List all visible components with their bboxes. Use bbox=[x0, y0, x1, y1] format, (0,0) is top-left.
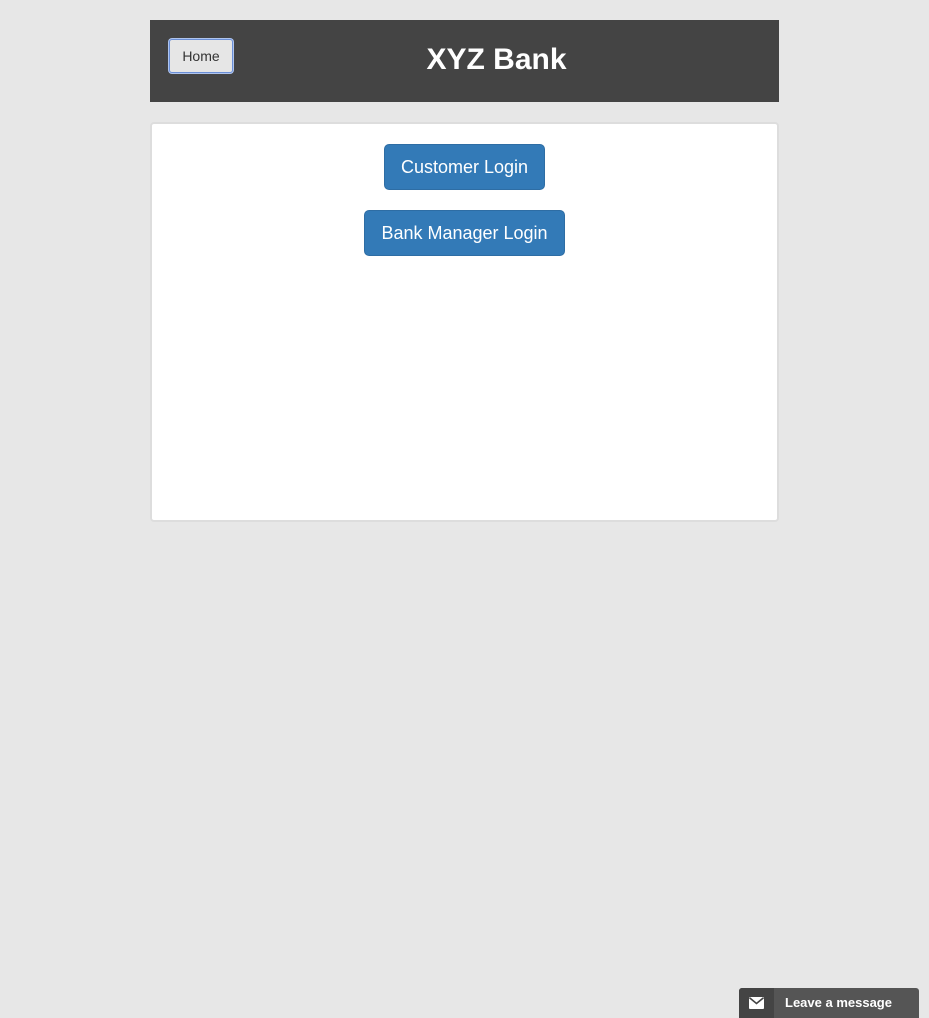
bank-manager-login-button[interactable]: Bank Manager Login bbox=[364, 210, 565, 256]
envelope-icon bbox=[739, 988, 774, 1018]
customer-login-button[interactable]: Customer Login bbox=[384, 144, 545, 190]
leave-message-label: Leave a message bbox=[785, 995, 892, 1010]
page-title: XYZ Bank bbox=[426, 43, 567, 76]
app-header: Home XYZ Bank bbox=[150, 20, 779, 102]
login-panel: Customer Login Bank Manager Login bbox=[150, 122, 779, 522]
leave-message-widget[interactable]: Leave a message bbox=[739, 988, 919, 1018]
